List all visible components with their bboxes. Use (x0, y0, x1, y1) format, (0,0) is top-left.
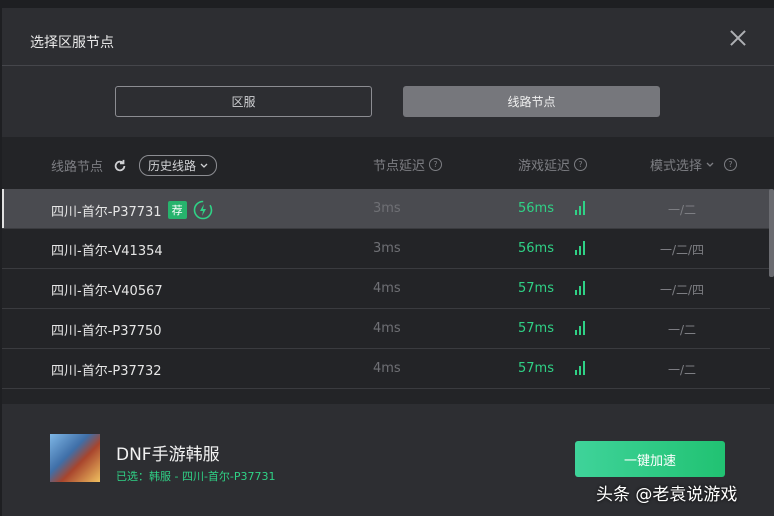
game-delay: 56ms (518, 241, 554, 256)
mode: 一/二 (667, 203, 697, 217)
help-icon[interactable]: ? (574, 158, 588, 171)
watermark: 头条 @老袁说游戏 (596, 485, 738, 505)
game-delay: 57ms (518, 361, 554, 376)
boost-button[interactable]: 一键加速 (575, 441, 725, 477)
node-name: 四川-首尔-P37732 (51, 364, 162, 379)
refresh-icon[interactable] (113, 159, 127, 173)
history-routes-button[interactable]: 历史线路 (139, 155, 218, 176)
header-node-delay: 节点延迟 ? (373, 155, 443, 174)
tab-region[interactable]: 区服 (115, 86, 372, 117)
node-name: 四川-首尔-P37731 (51, 204, 162, 220)
node-name: 四川-首尔-V40567 (51, 284, 163, 299)
header-node-delay-label: 节点延迟 (373, 159, 426, 174)
signal-icon (575, 241, 589, 255)
game-thumbnail (50, 434, 100, 482)
header-node: 线路节点 历史线路 (51, 155, 218, 176)
header-node-label: 线路节点 (51, 160, 104, 175)
help-icon[interactable]: ? (724, 158, 738, 171)
mode: 一/二/四 (659, 243, 705, 257)
scrollbar[interactable] (769, 189, 774, 277)
node-name: 四川-首尔-V41354 (51, 244, 163, 259)
recommend-badge: 荐 (167, 201, 187, 219)
node-delay: 3ms (373, 201, 401, 216)
chevron-down-icon (706, 162, 714, 167)
node-delay: 4ms (373, 361, 401, 376)
node-name-cell: 四川-首尔-V41354 (51, 240, 163, 259)
node-table: 线路节点 历史线路 节点延迟 ? 游戏延迟 ? 模式选择 ? 四川-首尔-P37… (2, 137, 774, 404)
signal-icon (575, 281, 589, 295)
header-mode-label: 模式选择 (650, 159, 703, 174)
game-title: DNF手游韩服 (116, 445, 220, 465)
node-delay: 4ms (373, 321, 401, 336)
close-icon[interactable] (728, 28, 748, 48)
mode: 一/二/四 (659, 283, 705, 297)
table-row[interactable]: 四川-首尔-V41354 3ms 56ms 一/二/四 (2, 229, 770, 269)
node-name: 四川-首尔-P37750 (51, 324, 162, 339)
help-icon[interactable]: ? (429, 158, 443, 171)
mode: 一/二 (667, 323, 697, 337)
header-game-delay: 游戏延迟 ? (518, 155, 588, 174)
table-row[interactable]: 四川-首尔-P37732 4ms 57ms 一/二 (2, 349, 770, 389)
table-header: 线路节点 历史线路 节点延迟 ? 游戏延迟 ? 模式选择 ? (2, 137, 774, 189)
tab-node[interactable]: 线路节点 (403, 86, 660, 117)
header-mode[interactable]: 模式选择 ? (650, 155, 738, 174)
selected-node-text: 已选：韩服 - 四川-首尔-P37731 (116, 470, 276, 483)
node-name-cell: 四川-首尔-P37732 (51, 360, 162, 379)
signal-icon (575, 361, 589, 375)
table-row[interactable]: 四川-首尔-P37731 荐 3ms 56ms 一/二 (2, 189, 770, 229)
node-name-cell: 四川-首尔-P37731 荐 (51, 200, 213, 220)
game-delay: 56ms (518, 201, 554, 216)
signal-icon (575, 321, 589, 335)
lightning-icon (193, 200, 212, 220)
game-delay: 57ms (518, 321, 554, 336)
divider (2, 65, 774, 66)
node-delay: 4ms (373, 281, 401, 296)
signal-icon (575, 201, 589, 215)
table-row[interactable]: 四川-首尔-P37750 4ms 57ms 一/二 (2, 309, 770, 349)
node-name-cell: 四川-首尔-V40567 (51, 280, 163, 299)
history-routes-label: 历史线路 (148, 159, 197, 173)
game-delay: 57ms (518, 281, 554, 296)
node-select-dialog: 选择区服节点 区服 线路节点 线路节点 历史线路 节点延迟 ? 游戏延迟 ? 模… (2, 8, 774, 516)
chevron-down-icon (200, 163, 208, 168)
node-delay: 3ms (373, 241, 401, 256)
table-row[interactable]: 四川-首尔-V40567 4ms 57ms 一/二/四 (2, 269, 770, 309)
header-game-delay-label: 游戏延迟 (518, 159, 571, 174)
dialog-title: 选择区服节点 (30, 35, 114, 51)
mode: 一/二 (667, 363, 697, 377)
node-name-cell: 四川-首尔-P37750 (51, 320, 162, 339)
